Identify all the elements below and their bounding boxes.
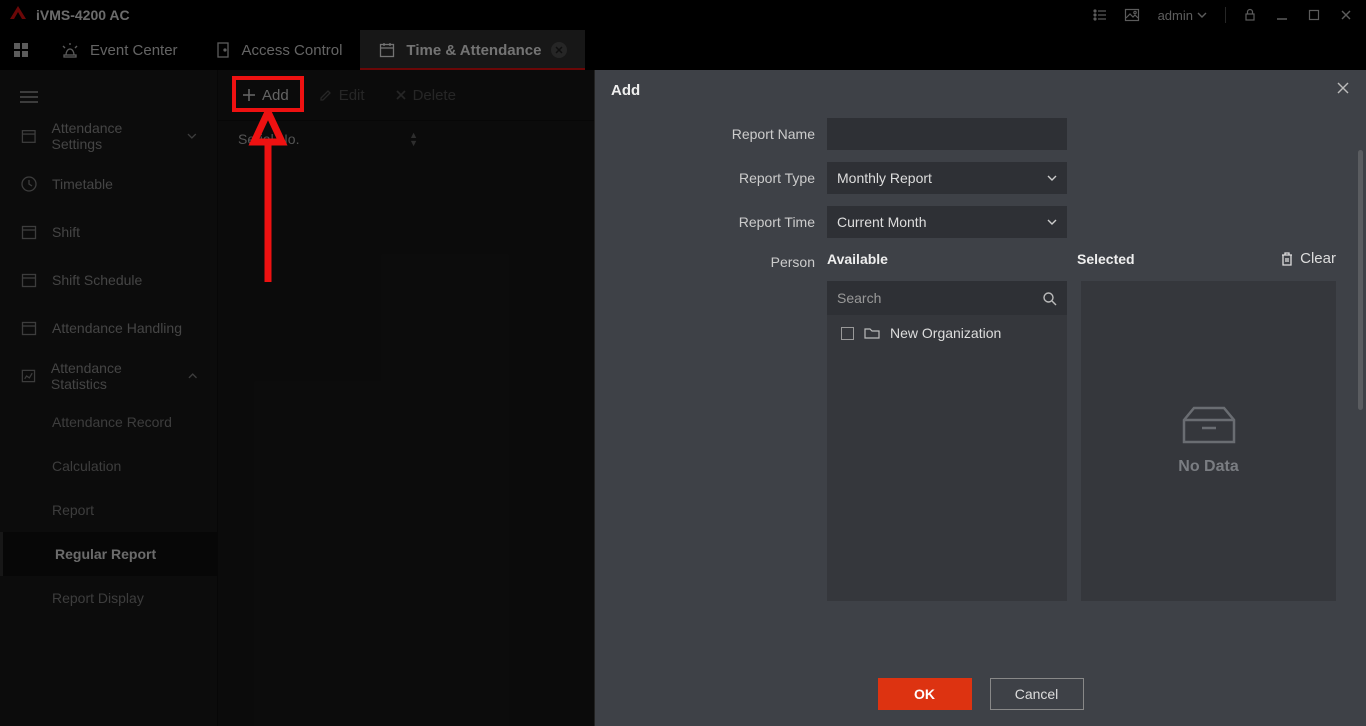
trash-icon <box>1280 251 1294 267</box>
checkbox[interactable] <box>841 327 854 340</box>
no-data-label: No Data <box>1178 458 1238 476</box>
org-label: New Organization <box>890 325 1001 341</box>
label-report-name: Report Name <box>625 126 815 142</box>
modal-header: Add <box>595 70 1366 110</box>
available-list: New Organization <box>827 281 1067 601</box>
scrollbar[interactable] <box>1358 150 1363 410</box>
chevron-down-icon <box>1047 173 1057 183</box>
add-report-modal: Add Report Name Report Type Monthly Repo… <box>594 70 1366 726</box>
chevron-down-icon <box>1047 217 1057 227</box>
report-type-select[interactable]: Monthly Report <box>827 162 1067 194</box>
modal-body: Report Name Report Type Monthly Report R… <box>595 110 1366 662</box>
label-report-type: Report Type <box>625 170 815 186</box>
modal-close-button[interactable] <box>1336 81 1350 100</box>
org-item[interactable]: New Organization <box>827 315 1067 351</box>
label-person: Person <box>625 250 815 270</box>
report-name-input[interactable] <box>827 118 1067 150</box>
modal-title: Add <box>611 82 640 99</box>
button-label: Clear <box>1300 250 1336 267</box>
search-icon[interactable] <box>1042 291 1057 306</box>
select-value: Current Month <box>837 214 926 230</box>
modal-footer: OK Cancel <box>595 662 1366 726</box>
report-time-select[interactable]: Current Month <box>827 206 1067 238</box>
box-icon <box>1182 406 1236 446</box>
select-value: Monthly Report <box>837 170 932 186</box>
selected-list: No Data <box>1081 281 1336 601</box>
label-report-time: Report Time <box>625 214 815 230</box>
label-selected: Selected <box>1077 251 1257 267</box>
search-box <box>827 281 1067 315</box>
search-input[interactable] <box>837 290 1042 306</box>
clear-button[interactable]: Clear <box>1280 250 1336 267</box>
cancel-button[interactable]: Cancel <box>990 678 1084 710</box>
ok-button[interactable]: OK <box>878 678 972 710</box>
label-available: Available <box>827 251 1077 267</box>
folder-icon <box>864 326 880 340</box>
